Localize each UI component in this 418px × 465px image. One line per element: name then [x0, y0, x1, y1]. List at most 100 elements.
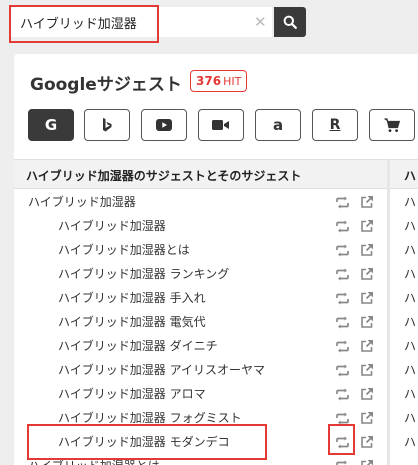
external-link-icon [361, 363, 374, 376]
suggest-keyword[interactable]: ハイブリッド加湿器とは [28, 457, 160, 465]
second-col-cell[interactable]: ハ [390, 381, 418, 405]
table-row[interactable]: ハイブリッド加湿器 アロマ [14, 381, 387, 405]
open-link-button[interactable] [360, 362, 374, 381]
second-col-cell[interactable]: ハ [390, 213, 418, 237]
table-row[interactable]: ハイブリッド加湿器 アイリスオーヤマ [14, 357, 387, 381]
rakuten-icon: R [329, 117, 341, 133]
suggest-keyword[interactable]: ハイブリッド加湿器 アロマ [58, 385, 206, 402]
repeat-icon [336, 364, 349, 377]
table-row[interactable]: ハイブリッド加湿器 フォグミスト [14, 405, 387, 429]
second-col-cell[interactable]: ハ [390, 429, 418, 453]
external-link-icon [361, 291, 374, 304]
google-icon: G [44, 116, 58, 134]
second-col-text: ハ [404, 435, 417, 449]
table-row[interactable]: ハイブリッド加湿器とは [14, 237, 387, 261]
suggest-keyword[interactable]: ハイブリッド加湿器 アイリスオーヤマ [58, 361, 265, 378]
second-col-text: ハ [404, 195, 417, 209]
table-row[interactable]: ハイブリッド加湿器 [14, 213, 387, 237]
second-col-text: ハ [404, 339, 417, 353]
engine-video-button[interactable] [198, 109, 244, 141]
repeat-suggest-button[interactable] [335, 290, 350, 309]
engine-amazon-button[interactable]: a [255, 109, 301, 141]
cart-icon [384, 117, 400, 132]
repeat-suggest-button[interactable] [335, 266, 350, 285]
suggest-keyword[interactable]: ハイブリッド加湿器 モダンデコ [58, 433, 230, 450]
repeat-icon [336, 340, 349, 353]
open-link-button[interactable] [360, 242, 374, 261]
engine-google-button[interactable]: G [28, 109, 74, 141]
open-link-button[interactable] [360, 314, 374, 333]
repeat-suggest-button[interactable] [335, 434, 350, 453]
second-col-cell[interactable]: ハ [390, 261, 418, 285]
second-col-cell[interactable]: ハ [390, 237, 418, 261]
repeat-suggest-button[interactable] [335, 410, 350, 429]
repeat-suggest-button[interactable] [335, 242, 350, 261]
table-row[interactable]: ハイブリッド加湿器 モダンデコ [14, 429, 387, 453]
table-row[interactable]: ハイブリッド加湿器 [14, 189, 387, 213]
repeat-suggest-button[interactable] [335, 386, 350, 405]
suggest-keyword[interactable]: ハイブリッド加湿器 ダイニチ [58, 337, 218, 354]
second-col-header: ハ [404, 169, 417, 183]
repeat-suggest-button[interactable] [335, 314, 350, 333]
suggest-keyword[interactable]: ハイブリッド加湿器 手入れ [58, 289, 206, 306]
repeat-icon [336, 292, 349, 305]
external-link-icon [361, 459, 374, 465]
table-row[interactable]: ハイブリッド加湿器 電気代 [14, 309, 387, 333]
engine-rakuten-button[interactable]: R [312, 109, 358, 141]
repeat-suggest-button[interactable] [335, 338, 350, 357]
youtube-icon [156, 119, 172, 131]
table-row[interactable]: ハイブリッド加湿器 ランキング [14, 261, 387, 285]
repeat-icon [336, 388, 349, 401]
repeat-suggest-button[interactable] [335, 362, 350, 381]
external-link-icon [361, 339, 374, 352]
open-link-button[interactable] [360, 290, 374, 309]
open-link-button[interactable] [360, 434, 374, 453]
open-link-button[interactable] [360, 194, 374, 213]
external-link-icon [361, 219, 374, 232]
open-link-button[interactable] [360, 410, 374, 429]
engine-youtube-button[interactable] [141, 109, 187, 141]
search-button[interactable] [274, 7, 306, 37]
table-row[interactable]: ハイブリッド加湿器とは [14, 453, 387, 465]
hit-count-badge: 376 HIT [190, 70, 248, 92]
repeat-icon [336, 196, 349, 209]
repeat-icon [336, 412, 349, 425]
open-link-button[interactable] [360, 218, 374, 237]
open-link-button[interactable] [360, 458, 374, 465]
repeat-suggest-button[interactable] [335, 194, 350, 213]
second-col-cell[interactable]: ハ [390, 189, 418, 213]
open-link-button[interactable] [360, 266, 374, 285]
open-link-button[interactable] [360, 338, 374, 357]
second-col-cell[interactable]: ハ [390, 405, 418, 429]
hit-label: HIT [223, 74, 242, 88]
second-col-text: ハ [404, 267, 417, 281]
external-link-icon [361, 267, 374, 280]
search-input[interactable] [10, 7, 272, 37]
suggest-keyword[interactable]: ハイブリッド加湿器 電気代 [58, 313, 206, 330]
table-row[interactable]: ハイブリッド加湿器 手入れ [14, 285, 387, 309]
engine-bing-button[interactable] [84, 109, 130, 141]
repeat-icon [336, 220, 349, 233]
search-icon [283, 15, 297, 29]
repeat-suggest-button[interactable] [335, 458, 350, 465]
engine-shopping-button[interactable] [369, 109, 415, 141]
open-link-button[interactable] [360, 386, 374, 405]
second-col-cell[interactable]: ハ [390, 357, 418, 381]
search-bar: ✕ [0, 0, 418, 46]
suggest-keyword[interactable]: ハイブリッド加湿器 ランキング [58, 265, 229, 282]
second-col-cell[interactable]: ハ [390, 285, 418, 309]
external-link-icon [361, 387, 374, 400]
amazon-icon: a [272, 116, 284, 134]
suggest-keyword[interactable]: ハイブリッド加湿器 [58, 217, 166, 234]
second-col-cell[interactable]: ハ [390, 333, 418, 357]
suggest-keyword[interactable]: ハイブリッド加湿器 [28, 193, 136, 210]
second-col-text: ハ [404, 315, 417, 329]
clear-icon[interactable]: ✕ [254, 13, 267, 31]
table-row[interactable]: ハイブリッド加湿器 ダイニチ [14, 333, 387, 357]
suggest-panel: Googleサジェスト 376 HIT G a R ハイブリッド加湿器のサジェス… [14, 54, 418, 465]
suggest-keyword[interactable]: ハイブリッド加湿器とは [58, 241, 190, 258]
repeat-suggest-button[interactable] [335, 218, 350, 237]
second-col-cell[interactable]: ハ [390, 309, 418, 333]
suggest-keyword[interactable]: ハイブリッド加湿器 フォグミスト [58, 409, 242, 426]
external-link-icon [361, 243, 374, 256]
